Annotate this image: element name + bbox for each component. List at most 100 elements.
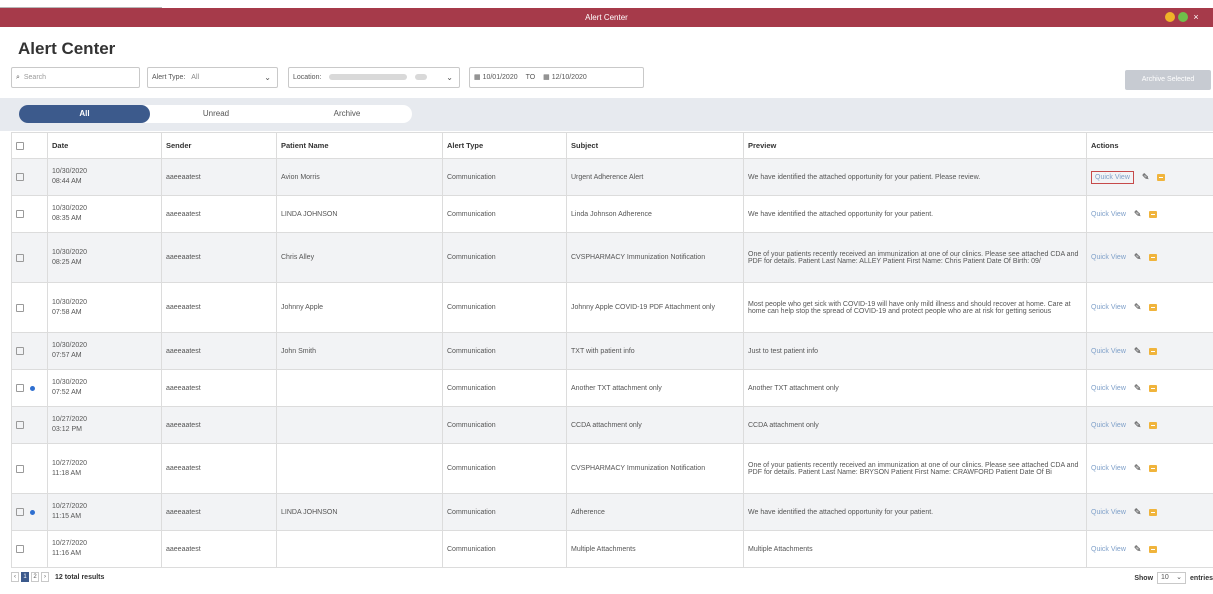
- archive-icon[interactable]: [1149, 210, 1158, 218]
- table-row[interactable]: 10/27/2020 11:15 AM aaeeaatest LINDA JOHNSO…: [11, 493, 1213, 531]
- row-checkbox[interactable]: [16, 210, 24, 218]
- tab-group: All Unread Archive: [19, 105, 412, 123]
- table-header-row: Date Sender Patient Name Alert Type Subj…: [11, 132, 1213, 159]
- row-checkbox[interactable]: [16, 173, 24, 181]
- alert-type-cell: Communication: [442, 406, 567, 444]
- pen-icon[interactable]: ✎: [1134, 463, 1142, 474]
- row-checkbox[interactable]: [16, 347, 24, 355]
- archive-icon[interactable]: [1149, 254, 1158, 261]
- archive-icon[interactable]: [1149, 421, 1158, 429]
- pen-icon[interactable]: ✎: [1134, 252, 1142, 263]
- page-2-button[interactable]: 2: [31, 572, 39, 582]
- tab-archive[interactable]: Archive: [284, 105, 410, 123]
- quick-view-link[interactable]: Quick View: [1091, 546, 1126, 553]
- date-from[interactable]: 10/01/2020: [483, 74, 518, 81]
- row-checkbox[interactable]: [16, 384, 24, 392]
- row-checkbox[interactable]: [16, 253, 24, 262]
- column-header-date[interactable]: Date: [47, 132, 162, 159]
- column-header-subject[interactable]: Subject: [566, 132, 744, 159]
- maximize-icon[interactable]: [1178, 12, 1188, 22]
- location-select[interactable]: Location: ⌄: [288, 67, 460, 88]
- archive-icon[interactable]: [1149, 347, 1158, 355]
- row-checkbox[interactable]: [16, 303, 24, 312]
- archive-icon[interactable]: [1149, 508, 1158, 516]
- column-header-patient[interactable]: Patient Name: [276, 132, 443, 159]
- quick-view-link[interactable]: Quick View: [1091, 211, 1126, 218]
- pen-icon[interactable]: ✎: [1134, 544, 1142, 555]
- table-row[interactable]: 10/27/2020 11:18 AM aaeeaatest Communicatio…: [11, 443, 1213, 494]
- unread-dot-icon: [30, 385, 35, 391]
- date-to[interactable]: 12/10/2020: [552, 74, 587, 81]
- prev-page-button[interactable]: ‹: [11, 572, 19, 582]
- close-icon[interactable]: ×: [1191, 12, 1201, 22]
- page-size-select[interactable]: 10 ⌄: [1157, 572, 1187, 584]
- minimize-icon[interactable]: [1165, 12, 1175, 22]
- row-checkbox[interactable]: [16, 464, 24, 473]
- tab-unread[interactable]: Unread: [153, 105, 279, 123]
- quick-view-link[interactable]: Quick View: [1091, 465, 1126, 472]
- actions-cell: Quick View ✎: [1086, 332, 1213, 370]
- patient-cell: [276, 406, 443, 444]
- pen-icon[interactable]: ✎: [1134, 420, 1142, 431]
- quick-view-link[interactable]: Quick View: [1091, 304, 1126, 311]
- page-1-button[interactable]: 1: [21, 572, 29, 582]
- entries-label: entries: [1190, 574, 1213, 582]
- date-cell: 10/30/2020 08:35 AM: [47, 195, 162, 233]
- tabs-bar: All Unread Archive: [0, 98, 1213, 131]
- sender-cell: aaeeaatest: [161, 232, 277, 283]
- tab-all[interactable]: All: [19, 105, 150, 123]
- table-row[interactable]: 10/30/2020 08:25 AM aaeeaatest Chris Alley C…: [11, 232, 1213, 283]
- archive-selected-button[interactable]: Archive Selected: [1125, 70, 1211, 90]
- time-value: 03:12 PM: [52, 426, 82, 433]
- pen-icon[interactable]: ✎: [1134, 383, 1142, 394]
- next-page-button[interactable]: ›: [41, 572, 49, 582]
- row-checkbox[interactable]: [16, 421, 24, 429]
- alert-type-cell: Communication: [442, 530, 567, 568]
- pen-icon[interactable]: ✎: [1134, 346, 1142, 357]
- quick-view-link[interactable]: Quick View: [1091, 348, 1126, 355]
- alert-type-cell: Communication: [442, 282, 567, 333]
- actions-cell: Quick View ✎: [1086, 195, 1213, 233]
- alert-type-cell: Communication: [442, 232, 567, 283]
- pen-icon[interactable]: ✎: [1134, 507, 1142, 518]
- row-select-cell: [11, 493, 48, 531]
- archive-icon[interactable]: [1149, 304, 1158, 311]
- table-row[interactable]: 10/30/2020 07:57 AM aaeeaatest John Smith Co…: [11, 332, 1213, 370]
- archive-icon[interactable]: [1157, 173, 1166, 181]
- quick-view-link[interactable]: Quick View: [1091, 254, 1126, 261]
- preview-cell: Multiple Attachments: [743, 530, 1087, 568]
- sender-cell: aaeeaatest: [161, 282, 277, 333]
- pen-icon[interactable]: ✎: [1134, 302, 1142, 313]
- column-header-sender[interactable]: Sender: [161, 132, 277, 159]
- table-row[interactable]: 10/27/2020 11:16 AM aaeeaatest Communicatio…: [11, 530, 1213, 568]
- quick-view-link[interactable]: Quick View: [1091, 422, 1126, 429]
- pen-icon[interactable]: ✎: [1142, 172, 1150, 183]
- row-select-cell: [11, 158, 48, 196]
- table-row[interactable]: 10/30/2020 07:52 AM aaeeaatest Communicatio…: [11, 369, 1213, 407]
- archive-icon[interactable]: [1149, 545, 1158, 553]
- alert-type-select[interactable]: Alert Type: All ⌄: [147, 67, 278, 88]
- table-row[interactable]: 10/30/2020 08:35 AM aaeeaatest LINDA JOHNSO…: [11, 195, 1213, 233]
- row-checkbox[interactable]: [16, 545, 24, 553]
- quick-view-link[interactable]: Quick View: [1091, 385, 1126, 392]
- search-input[interactable]: ⌕ Search: [11, 67, 140, 88]
- column-header-alert-type[interactable]: Alert Type: [442, 132, 567, 159]
- search-icon: ⌕: [16, 74, 20, 81]
- archive-icon[interactable]: [1149, 465, 1158, 472]
- date-value: 10/27/2020: [52, 459, 88, 467]
- table-row[interactable]: 10/30/2020 07:58 AM aaeeaatest Johnny Apple…: [11, 282, 1213, 333]
- table-row[interactable]: 10/27/2020 03:12 PM aaeeaatest Communicatio…: [11, 406, 1213, 444]
- time-value: 08:44 AM: [52, 178, 82, 185]
- select-all-checkbox[interactable]: [16, 142, 24, 150]
- row-checkbox[interactable]: [16, 508, 24, 516]
- quick-view-link[interactable]: Quick View: [1091, 509, 1126, 516]
- quick-view-link[interactable]: Quick View: [1091, 170, 1134, 184]
- pen-icon[interactable]: ✎: [1134, 209, 1142, 220]
- column-header-preview[interactable]: Preview: [743, 132, 1087, 159]
- date-cell: 10/30/2020 07:52 AM: [47, 369, 162, 407]
- table-row[interactable]: 10/30/2020 08:44 AM aaeeaatest Avion Morris…: [11, 158, 1213, 196]
- page-size: Show 10 ⌄ entries: [1134, 572, 1213, 584]
- date-range[interactable]: ▦ 10/01/2020 TO ▦ 12/10/2020: [469, 67, 644, 88]
- date-cell: 10/27/2020 11:15 AM: [47, 493, 162, 531]
- archive-icon[interactable]: [1149, 384, 1158, 392]
